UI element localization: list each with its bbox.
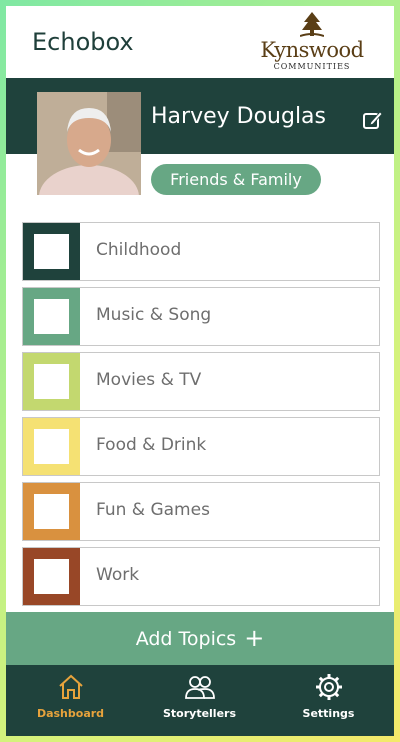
topic-color-swatch (23, 418, 80, 475)
group-badge-button[interactable]: Friends & Family (151, 164, 321, 195)
logo-subtitle: COMMUNITIES (273, 62, 351, 71)
checkbox[interactable] (34, 429, 69, 464)
topic-label: Childhood (96, 240, 182, 260)
checkbox[interactable] (34, 494, 69, 529)
add-topics-label: Add Topics (135, 628, 237, 650)
edit-icon[interactable] (362, 109, 384, 131)
bottom-tab-bar: Dashboard Storytellers Settings (6, 665, 394, 736)
topic-item-childhood[interactable]: Childhood (22, 222, 380, 281)
checkbox[interactable] (34, 364, 69, 399)
topic-item-food-drink[interactable]: Food & Drink (22, 417, 380, 476)
topic-label: Fun & Games (96, 500, 210, 520)
topic-item-movies-tv[interactable]: Movies & TV (22, 352, 380, 411)
topic-list: Childhood Music & Song Movies & TV Food … (22, 222, 380, 612)
checkbox[interactable] (34, 559, 69, 594)
topic-color-swatch (23, 353, 80, 410)
app-screen: Echobox Kynswood COMMUNITIES Harvey Doug… (6, 6, 394, 736)
tab-label: Settings (302, 707, 355, 720)
topic-color-swatch (23, 483, 80, 540)
tab-storytellers[interactable]: Storytellers (135, 665, 264, 736)
topic-item-work[interactable]: Work (22, 547, 380, 606)
plus-icon: + (244, 624, 265, 652)
topic-item-music-song[interactable]: Music & Song (22, 287, 380, 346)
topic-label: Food & Drink (96, 435, 207, 455)
checkbox[interactable] (34, 299, 69, 334)
home-icon (58, 674, 83, 699)
people-icon (184, 676, 215, 699)
checkbox[interactable] (34, 234, 69, 269)
tab-label: Dashboard (36, 707, 105, 720)
topic-color-swatch (23, 548, 80, 605)
kynswood-logo: Kynswood COMMUNITIES (250, 12, 374, 72)
topic-color-swatch (23, 223, 80, 280)
topic-color-swatch (23, 288, 80, 345)
app-title: Echobox (32, 28, 134, 56)
topic-label: Work (96, 565, 140, 585)
tab-dashboard[interactable]: Dashboard (6, 665, 135, 736)
gear-icon (315, 674, 342, 700)
topic-label: Movies & TV (96, 370, 202, 390)
logo-wordmark: Kynswood (260, 38, 364, 62)
profile-photo (37, 92, 141, 195)
add-topics-button[interactable]: Add Topics + (6, 612, 394, 665)
topic-item-fun-games[interactable]: Fun & Games (22, 482, 380, 541)
profile-name: Harvey Douglas (151, 104, 327, 129)
topic-label: Music & Song (96, 305, 212, 325)
portrait-image (37, 92, 141, 195)
tab-label: Storytellers (162, 707, 237, 720)
tab-settings[interactable]: Settings (264, 665, 393, 736)
tree-icon (300, 12, 324, 37)
top-bar: Echobox Kynswood COMMUNITIES (6, 6, 394, 78)
